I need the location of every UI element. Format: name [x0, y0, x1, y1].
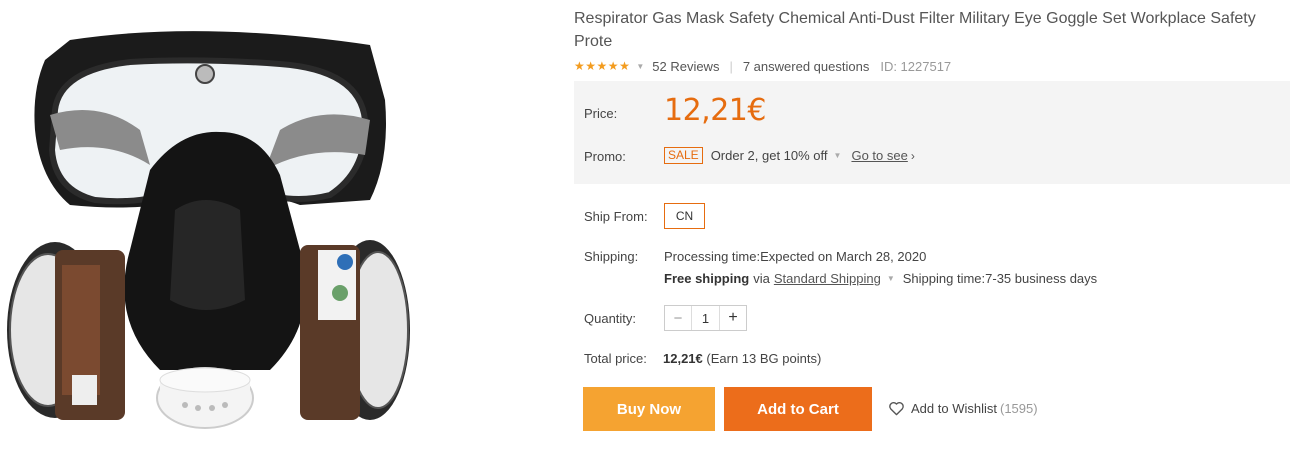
processing-time: Processing time:Expected on March 28, 20… — [664, 249, 927, 264]
price-box: Price: 12,21€ Promo: SALE Order 2, get 1… — [574, 81, 1290, 184]
add-to-wishlist-button[interactable]: Add to Wishlist (1595) — [888, 401, 1038, 416]
price-label: Price: — [584, 106, 618, 121]
product-meta: ★ ★ ★ ★ ★ ▼ 52 Reviews | 7 answered ques… — [574, 55, 1290, 77]
product-id: ID: 1227517 — [880, 58, 952, 74]
promo-line: SALE Order 2, get 10% off ▼ Go to see › — [664, 147, 915, 164]
go-to-see-link[interactable]: Go to see — [851, 148, 907, 163]
product-image — [0, 0, 430, 450]
ship-from-option[interactable]: CN — [664, 203, 705, 229]
divider: | — [729, 58, 733, 74]
product-title: Respirator Gas Mask Safety Chemical Anti… — [574, 10, 1256, 50]
total-label: Total price: — [584, 351, 647, 366]
questions-link[interactable]: 7 answered questions — [743, 59, 869, 74]
heart-icon — [889, 402, 904, 416]
wishlist-count: (1595) — [999, 401, 1038, 416]
star-icon: ★ — [574, 59, 585, 73]
rating-stars[interactable]: ★ ★ ★ ★ ★ — [574, 60, 630, 72]
quantity-input[interactable]: 1 — [691, 306, 720, 330]
buy-now-button[interactable]: Buy Now — [583, 387, 715, 431]
sale-badge: SALE — [664, 147, 703, 164]
shipping-method-link[interactable]: Standard Shipping — [774, 271, 881, 286]
price-value: 12,21€ — [664, 93, 766, 128]
add-to-cart-button[interactable]: Add to Cart — [724, 387, 872, 431]
free-shipping: Free shipping — [664, 271, 750, 286]
increase-button[interactable]: + — [720, 306, 746, 330]
ship-from-label: Ship From: — [584, 209, 648, 224]
gas-mask-image — [7, 31, 410, 429]
promo-label: Promo: — [584, 149, 626, 164]
shipping-details: Free shipping via Standard Shipping ▼ Sh… — [664, 271, 1097, 286]
wishlist-label: Add to Wishlist — [911, 401, 997, 416]
shipping-time: Shipping time:7-35 business days — [902, 271, 1098, 286]
total-price: 12,21€ (Earn 13 BG points) — [663, 351, 821, 366]
promo-text: Order 2, get 10% off — [710, 148, 828, 163]
shipping-label: Shipping: — [584, 249, 639, 264]
chevron-down-icon[interactable]: ▼ — [887, 274, 895, 283]
star-icon: ★ — [619, 59, 630, 73]
quantity-stepper: − 1 + — [664, 305, 747, 331]
chevron-right-icon: › — [910, 148, 915, 163]
bg-points: (Earn 13 BG points) — [706, 351, 822, 366]
chevron-down-icon[interactable]: ▼ — [834, 151, 842, 160]
quantity-label: Quantity: — [584, 311, 637, 326]
decrease-button[interactable]: − — [665, 306, 691, 330]
total-value: 12,21€ — [663, 351, 703, 366]
chevron-down-icon[interactable]: ▼ — [636, 62, 644, 71]
product-info: Respirator Gas Mask Safety Chemical Anti… — [574, 0, 1290, 184]
star-icon: ★ — [585, 59, 597, 73]
reviews-link[interactable]: 52 Reviews — [652, 59, 719, 74]
via-text: via — [753, 271, 770, 286]
star-icon: ★ — [596, 59, 608, 73]
star-icon: ★ — [607, 59, 619, 73]
